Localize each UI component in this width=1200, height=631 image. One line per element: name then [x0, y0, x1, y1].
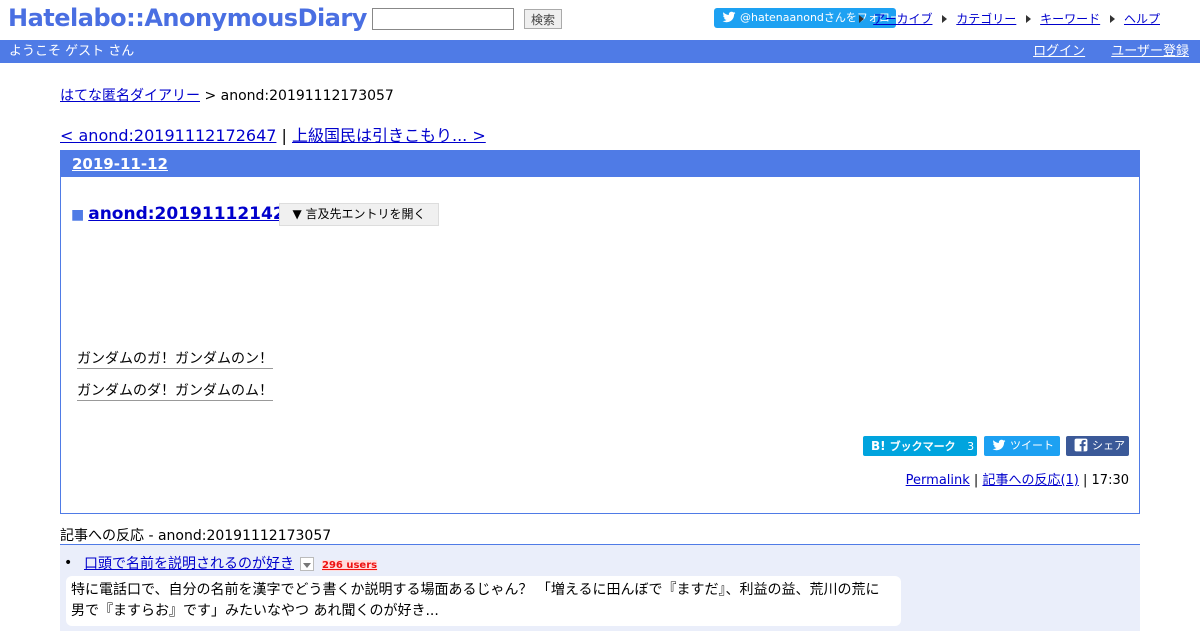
next-entry-link[interactable]: 上級国民は引きこもり... >: [292, 126, 486, 145]
reactions-heading: 記事への反応 - anond:20191112173057: [60, 528, 332, 544]
triangle-right-icon: [859, 15, 865, 23]
welcome-bar: ようこそ ゲスト さん ログイン ユーザー登録: [0, 40, 1200, 63]
hatena-bookmark-icon: B!: [871, 439, 886, 453]
site-logo[interactable]: Hatelabo::AnonymousDiary: [8, 4, 367, 32]
entry-footer: Permalink | 記事への反応(1) | 17:30: [906, 469, 1129, 488]
breadcrumb: はてな匿名ダイアリー > anond:20191112173057: [60, 85, 394, 105]
day-header: 2019-11-12: [61, 151, 1139, 177]
nav-archive[interactable]: アーカイブ: [873, 12, 932, 26]
twitter-bird-icon: [722, 11, 736, 23]
nav-category[interactable]: カテゴリー: [956, 12, 1016, 26]
tweet-label: ツイート: [1010, 439, 1054, 452]
triangle-right-icon: [1109, 15, 1115, 23]
facebook-share-label: シェア: [1092, 439, 1125, 452]
facebook-icon: [1074, 438, 1088, 452]
list-item: 口頭で名前を説明されるのが好き 296 users: [84, 553, 378, 573]
nav-keyword[interactable]: キーワード: [1040, 12, 1100, 26]
entry-paragraph: ガンダムのガ！ガンダムのン！: [77, 351, 273, 369]
chevron-down-icon[interactable]: [300, 557, 314, 571]
entry-paragraph: ガンダムのダ！ガンダムのム！: [77, 383, 273, 401]
footer-separator: |: [1078, 473, 1092, 488]
twitter-bird-icon: [992, 439, 1006, 451]
tweet-button[interactable]: ツイート: [984, 436, 1060, 456]
permalink[interactable]: Permalink: [906, 473, 970, 488]
entry-pager: < anond:20191112172647 | 上級国民は引きこもり... >: [60, 122, 486, 146]
footer-separator: |: [969, 473, 983, 488]
reactions-link[interactable]: 記事への反応(1): [982, 473, 1078, 488]
search-button[interactable]: 検索: [524, 9, 562, 29]
account-links: ログイン ユーザー登録: [1011, 40, 1189, 63]
reaction-snippet: 特に電話口で、自分の名前を漢字でどう書くか説明する場面あるじゃん？ 「増えるに田…: [66, 576, 901, 626]
search-input[interactable]: [372, 8, 514, 30]
login-link[interactable]: ログイン: [1033, 44, 1085, 59]
welcome-text: ようこそ ゲスト さん: [9, 44, 135, 59]
triangle-right-icon: [942, 15, 948, 23]
square-bullet-icon: ■: [71, 207, 85, 223]
bookmark-count: 3: [967, 440, 975, 453]
list-bullet: •: [64, 555, 73, 571]
breadcrumb-current: > anond:20191112173057: [200, 88, 394, 104]
bookmark-users-badge[interactable]: 296 users: [322, 560, 378, 571]
reaction-entry-link[interactable]: 口頭で名前を説明されるのが好き: [84, 556, 294, 572]
top-nav: アーカイブ カテゴリー キーワード ヘルプ: [853, 10, 1160, 27]
triangle-right-icon: [1026, 15, 1032, 23]
register-link[interactable]: ユーザー登録: [1111, 44, 1189, 59]
entry-time: 17:30: [1091, 473, 1129, 488]
bookmark-label: ブックマーク: [889, 440, 956, 453]
nav-help[interactable]: ヘルプ: [1124, 12, 1160, 26]
top-header: Hatelabo::AnonymousDiary 検索 @hatenaanond…: [0, 0, 1200, 40]
open-referenced-entry-button[interactable]: ▼ 言及先エントリを開く: [279, 203, 439, 226]
reactions-list: • 口頭で名前を説明されるのが好き 296 users 特に電話口で、自分の名前を…: [60, 544, 1140, 631]
facebook-share-button[interactable]: シェア: [1066, 436, 1129, 456]
hatena-bookmark-button[interactable]: B! ブックマーク 3: [863, 436, 977, 456]
entry-date[interactable]: 2019-11-12: [72, 155, 168, 173]
breadcrumb-home-link[interactable]: はてな匿名ダイアリー: [60, 88, 200, 104]
day-section: 2019-11-12 ■ anond:20191112142532 ▼ 言及先エン…: [60, 150, 1140, 514]
pager-separator: |: [276, 126, 292, 145]
prev-entry-link[interactable]: < anond:20191112172647: [60, 126, 276, 145]
